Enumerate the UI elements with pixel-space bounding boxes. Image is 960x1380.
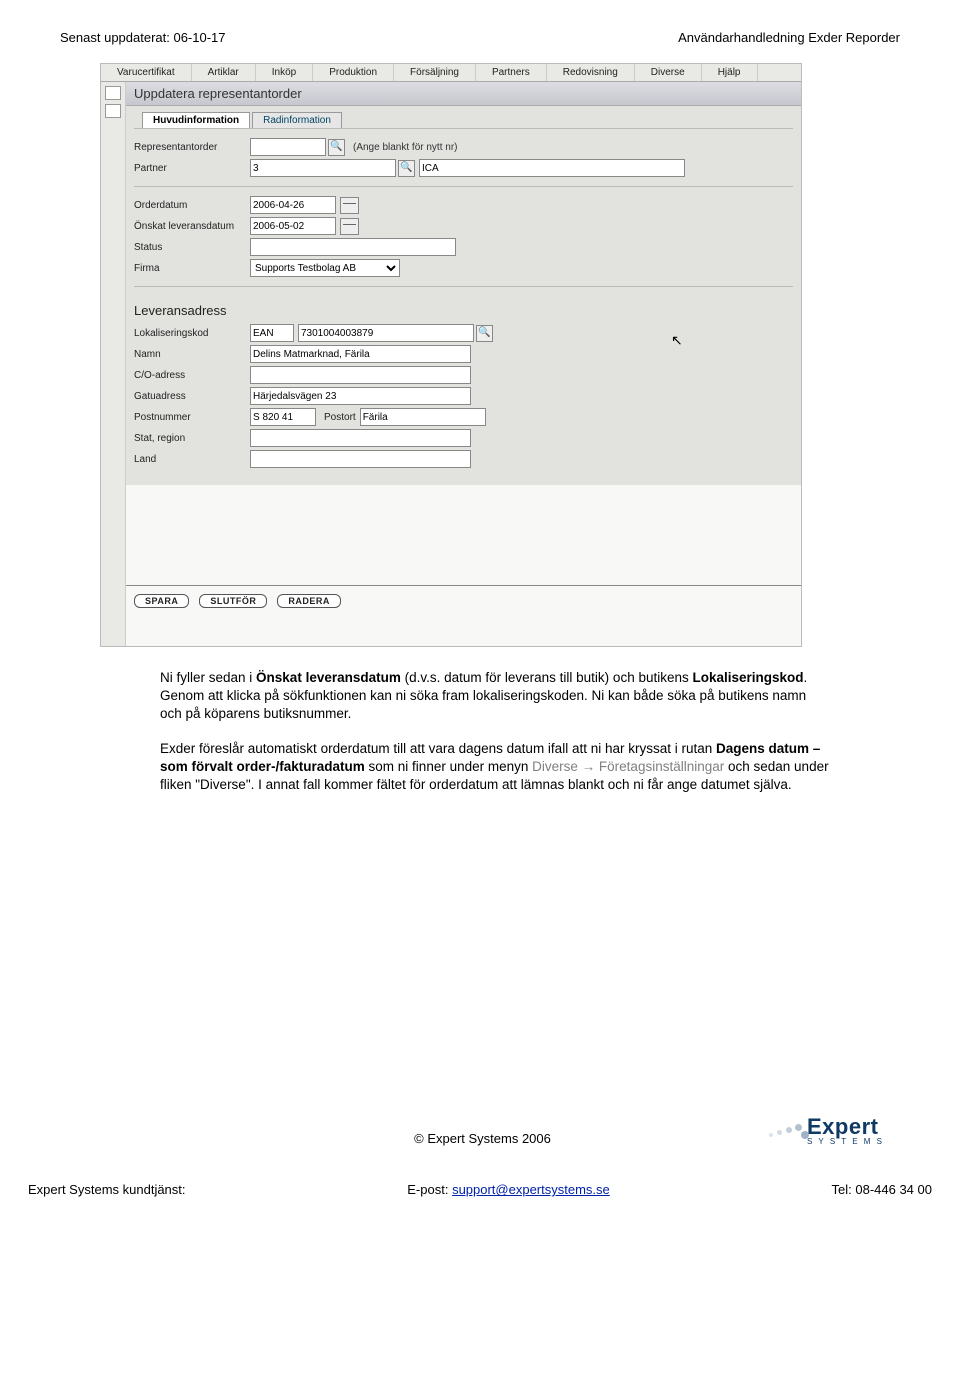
doc-title: Användarhandledning Exder Reporder	[678, 30, 900, 45]
search-icon[interactable]: 🔍	[398, 160, 415, 177]
text: som ni finner under menyn	[365, 759, 532, 774]
levdatum-input[interactable]	[250, 217, 336, 235]
menu-partners[interactable]: Partners	[476, 64, 547, 81]
firma-label: Firma	[134, 263, 250, 274]
text-grey: Företagsinställningar	[599, 759, 724, 774]
menu-forsaljning[interactable]: Försäljning	[394, 64, 476, 81]
app-screenshot: Varucertifikat Artiklar Inköp Produktion…	[100, 63, 802, 647]
left-toolbar	[101, 82, 126, 646]
calendar-icon[interactable]	[340, 197, 359, 214]
orderdatum-input[interactable]	[250, 196, 336, 214]
stat-input[interactable]	[250, 429, 471, 447]
text: Ni fyller sedan i	[160, 670, 256, 685]
gatu-input[interactable]	[250, 387, 471, 405]
search-icon[interactable]: 🔍	[328, 139, 345, 156]
partner-name-display	[419, 159, 685, 177]
status-display	[250, 238, 456, 256]
slutfor-button[interactable]: SLUTFÖR	[199, 594, 267, 608]
footer-right: Tel: 08-446 34 00	[832, 1182, 932, 1197]
footer-left: Expert Systems kundtjänst:	[28, 1182, 186, 1197]
reporder-input[interactable]	[250, 138, 326, 156]
document-body: Ni fyller sedan i Önskat leveransdatum (…	[160, 669, 830, 794]
calendar-icon[interactable]	[340, 218, 359, 235]
lokkod-type-input[interactable]	[250, 324, 294, 342]
lokkod-label: Lokaliseringskod	[134, 328, 250, 339]
partner-input[interactable]	[250, 159, 396, 177]
text-grey: Diverse	[532, 759, 578, 774]
tab-huvudinformation[interactable]: Huvudinformation	[142, 112, 250, 128]
firma-select[interactable]: Supports Testbolag AB	[250, 259, 400, 277]
text-bold: Önskat leveransdatum	[256, 670, 401, 685]
menu-inkop[interactable]: Inköp	[256, 64, 313, 81]
co-label: C/O-adress	[134, 370, 250, 381]
status-label: Status	[134, 242, 250, 253]
app-menubar: Varucertifikat Artiklar Inköp Produktion…	[101, 64, 801, 82]
copyright: © Expert Systems 2006	[204, 1131, 761, 1146]
menu-varucertifikat[interactable]: Varucertifikat	[101, 64, 192, 81]
address-section-title: Leveransadress	[134, 303, 793, 318]
radera-button[interactable]: RADERA	[277, 594, 341, 608]
tab-radinformation[interactable]: Radinformation	[252, 112, 342, 128]
postnr-input[interactable]	[250, 408, 316, 426]
search-icon[interactable]: 🔍	[476, 325, 493, 342]
expert-logo: Expert S Y S T E M S	[761, 1114, 884, 1146]
postort-input[interactable]	[360, 408, 486, 426]
reporder-hint: (Ange blankt för nytt nr)	[353, 142, 458, 153]
lokkod-input[interactable]	[298, 324, 474, 342]
save-button[interactable]: SPARA	[134, 594, 189, 608]
land-label: Land	[134, 454, 250, 465]
menu-hjalp[interactable]: Hjälp	[702, 64, 758, 81]
menu-redovisning[interactable]: Redovisning	[547, 64, 635, 81]
land-input[interactable]	[250, 450, 471, 468]
menu-artiklar[interactable]: Artiklar	[192, 64, 256, 81]
menu-diverse[interactable]: Diverse	[635, 64, 702, 81]
text: Exder föreslår automatiskt orderdatum ti…	[160, 741, 716, 756]
text: (d.v.s. datum för leverans till butik) o…	[401, 670, 693, 685]
support-email-link[interactable]: support@expertsystems.se	[452, 1182, 610, 1197]
grid-icon[interactable]	[105, 104, 121, 118]
logo-subtext: S Y S T E M S	[807, 1137, 884, 1146]
co-input[interactable]	[250, 366, 471, 384]
stat-label: Stat, region	[134, 433, 250, 444]
text-bold: Lokaliseringskod	[692, 670, 803, 685]
postnr-label: Postnummer	[134, 412, 250, 423]
doc-updated: Senast uppdaterat: 06-10-17	[60, 30, 226, 45]
page-title: Uppdatera representantorder	[126, 82, 801, 106]
namn-input[interactable]	[250, 345, 471, 363]
footer-mid: E-post: support@expertsystems.se	[407, 1182, 610, 1197]
namn-label: Namn	[134, 349, 250, 360]
arrow-icon: →	[578, 759, 599, 774]
menu-produktion[interactable]: Produktion	[313, 64, 394, 81]
email-label: E-post:	[407, 1182, 452, 1197]
orderdatum-label: Orderdatum	[134, 200, 250, 211]
gatu-label: Gatuadress	[134, 391, 250, 402]
partner-label: Partner	[134, 163, 250, 174]
postort-label: Postort	[324, 412, 356, 423]
levdatum-label: Önskat leveransdatum	[134, 221, 250, 232]
reporder-label: Representantorder	[134, 142, 250, 153]
home-icon[interactable]	[105, 86, 121, 100]
